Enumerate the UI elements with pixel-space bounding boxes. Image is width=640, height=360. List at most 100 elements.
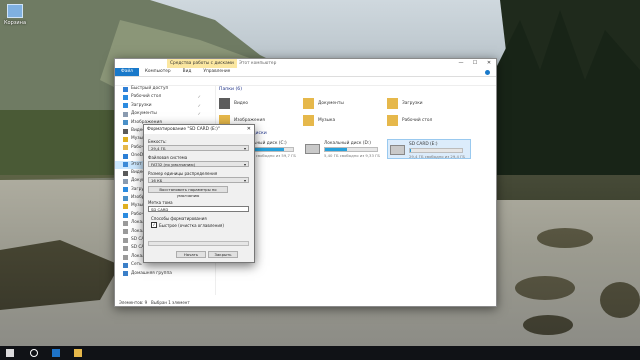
drive-info: SD CARD (E:) 29,4 ГБ свободно из 29,4 ГБ	[409, 142, 465, 159]
drive-tile[interactable]: SD CARD (E:) 29,4 ГБ свободно из 29,4 ГБ	[387, 139, 471, 159]
downloads-folder-icon	[387, 98, 398, 109]
drive-usage-bar	[324, 147, 378, 152]
title-bar: Средства работы с дисками Этот компьютер…	[115, 59, 496, 68]
folder-tile[interactable]: Документы	[303, 95, 387, 112]
tab-view[interactable]: Вид	[177, 68, 198, 76]
window-title: Этот компьютер	[239, 61, 277, 66]
sidebar-item[interactable]: Рабочий стол ✓	[115, 93, 215, 101]
drive-name: Локальный диск (D:)	[324, 141, 371, 146]
format-dialog: Форматирование "SD CARD (E:)" ✕ Емкость:…	[143, 124, 255, 263]
sidebar-item[interactable]: Документы ✓	[115, 110, 215, 118]
drives-grid: Локальный диск (C:) 11,0 ГБ свободно из 5…	[219, 139, 495, 161]
capacity-select[interactable]: 29,4 ГБ	[148, 145, 249, 152]
taskbar	[0, 346, 640, 360]
pin-icon[interactable]: ✓	[198, 110, 201, 118]
folders-grid: Видео Документы Загрузки Изображения Музыка Р…	[219, 95, 495, 129]
cluster-size-select[interactable]: 16 КБ	[148, 177, 249, 184]
ribbon-tabs: Файл Компьютер Вид Управление	[115, 68, 496, 77]
recycle-bin-glyph	[7, 4, 23, 18]
drive-icon	[123, 237, 128, 243]
computer-icon	[123, 162, 128, 168]
devices-group-header[interactable]: Устройства и диски	[219, 129, 495, 139]
edge-icon[interactable]	[52, 349, 60, 357]
folder-tile[interactable]: Музыка	[303, 112, 387, 129]
drive-icon	[123, 229, 128, 235]
documents-icon	[123, 111, 128, 117]
drive-usage-bar	[409, 148, 463, 153]
dialog-title: Форматирование "SD CARD (E:)"	[147, 127, 220, 132]
desktop-folder-icon	[387, 115, 398, 126]
folder-label: Рабочий стол	[402, 118, 433, 123]
sidebar-item[interactable]: Быстрый доступ	[115, 85, 215, 93]
close-icon[interactable]: ✕	[482, 59, 496, 68]
capacity-label: Емкость:	[148, 139, 167, 144]
pin-icon[interactable]: ✓	[198, 102, 201, 110]
checkbox-check-icon[interactable]: ✓	[151, 222, 157, 228]
sidebar-item[interactable]: Домашняя группа	[115, 270, 215, 278]
sidebar-item-label: Документы	[131, 111, 157, 117]
drive-usage-fill	[410, 149, 412, 152]
volume-label-label: Метка тома	[148, 200, 173, 205]
format-progress-bar	[148, 241, 249, 246]
download-icon	[123, 187, 128, 193]
folders-group-header[interactable]: Папки (6)	[219, 85, 495, 95]
music-folder-icon	[303, 115, 314, 126]
folder-tile[interactable]: Загрузки	[387, 95, 471, 112]
video-icon	[123, 170, 128, 176]
sidebar-item-label: Домашняя группа	[131, 270, 172, 276]
close-button[interactable]: Закрыть	[208, 251, 238, 258]
minimize-icon[interactable]: —	[454, 59, 468, 68]
tab-file[interactable]: Файл	[115, 68, 139, 76]
status-selected: Выбран 1 элемент	[151, 300, 190, 305]
volume-label-input[interactable]: SD CARD	[148, 206, 249, 212]
pictures-icon	[123, 120, 128, 126]
folder-label: Видео	[234, 101, 248, 106]
filesystem-label: Файловая система	[148, 155, 188, 160]
format-options-label: Способы форматирования	[151, 216, 207, 221]
start-icon[interactable]	[6, 349, 14, 357]
explorer-icon[interactable]	[74, 349, 82, 357]
network-icon	[123, 262, 128, 268]
sidebar-item-label: Загрузки	[131, 102, 152, 108]
filesystem-select[interactable]: FAT32 (по умолчанию)	[148, 161, 249, 168]
restore-defaults-button[interactable]: Восстановить параметры по умолчанию	[148, 186, 228, 198]
cluster-size-label: Размер единицы распределения	[148, 171, 218, 176]
tab-manage[interactable]: Управление	[197, 68, 236, 76]
folder-icon	[123, 145, 128, 151]
sidebar-item-label: Рабочий стол	[131, 94, 162, 100]
drive-info: Локальный диск (D:) 5,40 ГБ свободно из 9…	[324, 141, 380, 158]
dialog-close-icon[interactable]: ✕	[247, 125, 251, 134]
context-tab-label[interactable]: Средства работы с дисками	[167, 59, 237, 68]
recycle-bin-label: Корзина	[3, 20, 27, 26]
folder-label: Музыка	[318, 118, 336, 123]
quick-format-checkbox[interactable]: ✓ Быстрое (очистка оглавления)	[151, 222, 224, 228]
documents-folder-icon	[303, 98, 314, 109]
pin-icon[interactable]: ✓	[198, 93, 201, 101]
drive-free-space: 5,40 ГБ свободно из 9,33 ГБ	[324, 153, 381, 158]
drive-icon	[390, 145, 405, 155]
maximize-icon[interactable]: ☐	[468, 59, 482, 68]
video-folder-icon	[219, 98, 230, 109]
dialog-title-bar: Форматирование "SD CARD (E:)" ✕	[144, 125, 254, 134]
homegroup-icon	[123, 271, 128, 277]
sidebar-item-label: Быстрый доступ	[131, 86, 169, 91]
help-icon[interactable]	[485, 69, 490, 75]
music-icon	[123, 137, 128, 143]
sidebar-item[interactable]: Загрузки ✓	[115, 102, 215, 110]
folder-label: Загрузки	[402, 101, 423, 106]
folder-tile[interactable]: Видео	[219, 95, 303, 112]
drive-icon	[123, 254, 128, 260]
sidebar-item-label: Сеть	[131, 262, 142, 268]
recycle-bin-icon[interactable]: Корзина	[2, 4, 28, 26]
drive-usage-fill	[325, 148, 347, 151]
star-icon	[123, 86, 128, 92]
window-controls: — ☐ ✕	[454, 59, 496, 68]
content-pane: Папки (6) Видео Документы Загрузки Изображе…	[219, 85, 495, 295]
search-icon[interactable]	[30, 349, 38, 357]
video-icon	[123, 128, 128, 134]
drive-tile[interactable]: Локальный диск (D:) 5,40 ГБ свободно из 9…	[303, 139, 387, 161]
start-button[interactable]: Начать	[176, 251, 206, 258]
folder-label: Изображения	[234, 118, 265, 123]
tab-computer[interactable]: Компьютер	[139, 68, 177, 76]
folder-tile[interactable]: Рабочий стол	[387, 112, 471, 129]
